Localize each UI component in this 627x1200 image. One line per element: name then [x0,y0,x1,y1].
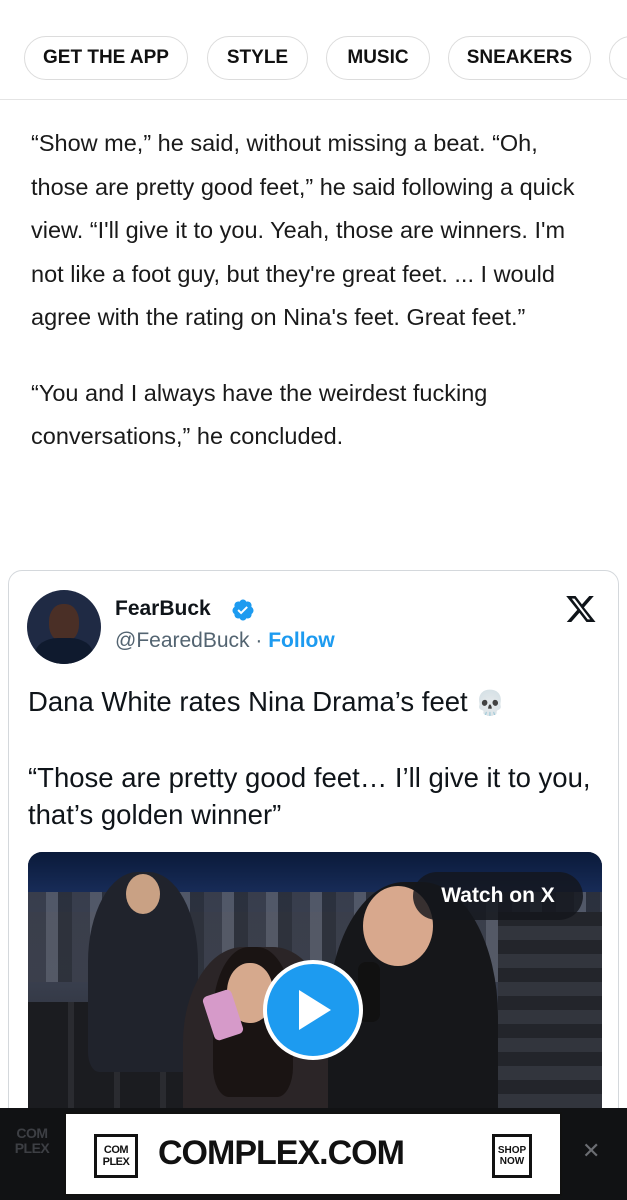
tweet-line-1-text: Dana White rates Nina Drama’s feet [28,686,468,717]
video-person-left [88,872,198,1072]
verified-badge-icon [232,599,254,621]
nav-pill-get-the-app[interactable]: GET THE APP [24,36,188,80]
nav-pill-style[interactable]: STYLE [207,36,308,80]
ad-creative[interactable]: COM PLEX COMPLEX.COM SHOP NOW [64,1112,562,1196]
x-logo-icon[interactable] [564,593,598,625]
avatar-face [49,604,79,642]
shop-now-badge[interactable]: SHOP NOW [492,1134,532,1178]
category-nav: GET THE APP STYLE MUSIC SNEAKERS [0,0,627,100]
follow-link[interactable]: Follow [268,629,335,652]
tweet-line-2: “Those are pretty good feet… I’ll give i… [28,762,591,830]
article-paragraph: “Show me,” he said, without missing a be… [31,130,575,330]
page: GET THE APP STYLE MUSIC SNEAKERS “Show m… [0,0,627,1200]
nav-pill-music[interactable]: MUSIC [326,36,430,80]
nav-pill-more[interactable] [609,36,627,80]
tweet-line-1: Dana White rates Nina Drama’s feet 💀 [28,683,608,722]
play-icon [299,990,331,1030]
skull-emoji: 💀 [475,690,506,717]
tweet-handle[interactable]: @FearedBuck [115,629,250,652]
watch-on-x-button[interactable]: Watch on X [413,872,583,920]
embedded-tweet[interactable]: FearBuck @FearedBuck · Follow Dana White… [8,570,619,1190]
avatar-shirt [35,638,93,664]
article-body: “Show me,” he said, without missing a be… [31,122,601,491]
tweet-handle-row: @FearedBuck · Follow [115,629,335,653]
article-paragraph: “You and I always have the weirdest fuck… [31,379,488,450]
ad-banner[interactable]: COM PLEX COM PLEX COMPLEX.COM SHOP NOW ✕ [0,1108,627,1200]
complex-logo-icon: COM PLEX [94,1134,138,1178]
avatar[interactable] [27,590,101,664]
tweet-text: Dana White rates Nina Drama’s feet 💀 “Th… [28,683,608,833]
ad-headline: COMPLEX.COM [158,1134,405,1172]
nav-pill-sneakers[interactable]: SNEAKERS [448,36,591,80]
handle-separator: · [255,629,263,652]
close-icon[interactable]: ✕ [582,1138,600,1164]
play-button[interactable] [263,960,363,1060]
tweet-author-name[interactable]: FearBuck [115,597,211,621]
ad-side-logo: COM PLEX [14,1125,50,1156]
